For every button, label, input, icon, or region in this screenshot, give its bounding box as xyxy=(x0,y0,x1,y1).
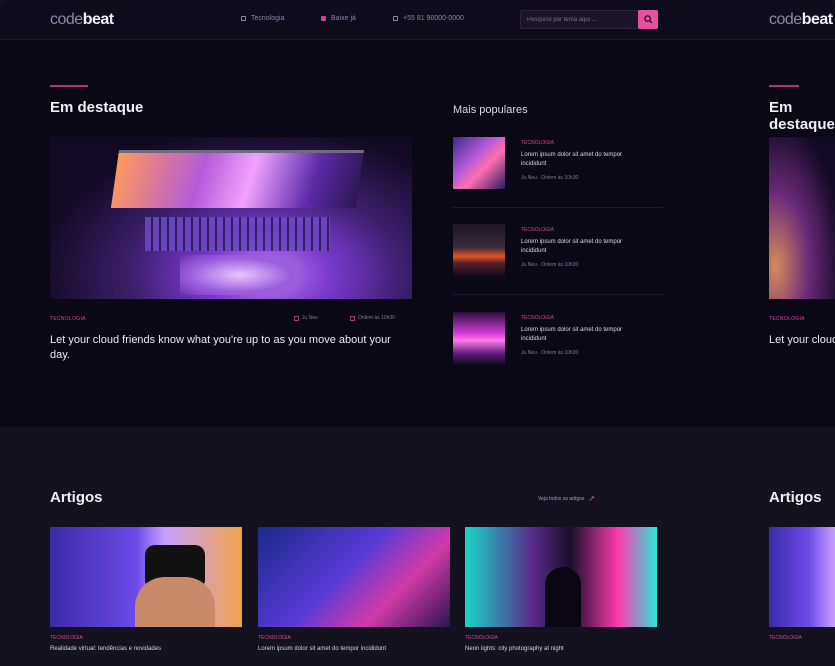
article-category[interactable]: TECNOLOGIA xyxy=(465,635,498,641)
article-card-image[interactable] xyxy=(258,527,450,627)
popular-item[interactable]: TECNOLOGIA Lorem ipsum dolor sit amet do… xyxy=(453,312,663,366)
ghost-articles-title: Artigos xyxy=(769,489,822,506)
top-header: codebeat Tecnologia Baixe já +55 81 9000… xyxy=(0,0,835,40)
search-button[interactable] xyxy=(638,10,658,29)
popular-thumb xyxy=(453,137,505,189)
search-input[interactable] xyxy=(520,10,640,29)
ghost-article-image xyxy=(769,527,835,627)
articles-title: Artigos xyxy=(50,489,103,506)
popular-item[interactable]: TECNOLOGIA Lorem ipsum dolor sit amet do… xyxy=(453,224,663,278)
arrow-right-icon: ➚ xyxy=(588,494,596,503)
featured-title: Em destaque xyxy=(50,99,144,116)
popular-thumb xyxy=(453,224,505,276)
divider xyxy=(453,294,663,295)
article-title[interactable]: Lorem ipsum dolor sit amet do tempor inc… xyxy=(258,646,448,652)
square-icon xyxy=(241,16,246,21)
nav-item-phone[interactable]: +55 81 90000-0000 xyxy=(393,15,464,22)
nav-item-baixe[interactable]: Baixe já xyxy=(321,15,356,22)
ghost-kicker xyxy=(769,85,799,87)
popular-item[interactable]: TECNOLOGIA Lorem ipsum dolor sit amet do… xyxy=(453,137,663,191)
calendar-icon xyxy=(350,315,355,321)
article-title[interactable]: Neon lights: city photography at night xyxy=(465,646,655,652)
popular-title: Mais populares xyxy=(453,104,528,116)
ghost-article-category: TECNOLOGIA xyxy=(769,635,802,641)
article-category[interactable]: TECNOLOGIA xyxy=(258,635,291,641)
nav-item-tecnologia[interactable]: Tecnologia xyxy=(241,15,284,22)
article-category[interactable]: TECNOLOGIA xyxy=(50,635,83,641)
phone-icon xyxy=(393,16,398,21)
featured-category[interactable]: TECNOLOGIA xyxy=(50,316,86,322)
square-icon xyxy=(321,16,326,21)
article-title[interactable]: Realidade virtual: tendências e novidade… xyxy=(50,646,240,652)
featured-author: Ju Neu xyxy=(294,315,318,321)
section-kicker-bar xyxy=(50,85,88,87)
featured-image[interactable] xyxy=(50,137,412,299)
user-icon xyxy=(294,315,299,321)
divider xyxy=(453,207,663,208)
ghost-featured-image xyxy=(769,137,835,299)
ghost-featured-title: Em destaque xyxy=(769,99,835,133)
article-card-image[interactable] xyxy=(50,527,242,627)
app-window: codebeat Tecnologia Baixe já +55 81 9000… xyxy=(0,0,835,666)
article-card-image[interactable] xyxy=(465,527,657,627)
ghost-category: TECNOLOGIA xyxy=(769,316,805,322)
featured-headline[interactable]: Let your cloud friends know what you're … xyxy=(50,333,410,363)
ghost-headline: Let your cloud friends know what you're … xyxy=(769,334,835,346)
popular-thumb xyxy=(453,312,505,364)
logo[interactable]: codebeat xyxy=(50,11,114,29)
logo-duplicate: codebeat xyxy=(769,11,833,28)
search-icon xyxy=(643,15,653,24)
featured-date: Ontem às 10h30 xyxy=(350,315,395,321)
see-all-link[interactable]: Veja todos os artigos ➚ xyxy=(538,494,595,503)
